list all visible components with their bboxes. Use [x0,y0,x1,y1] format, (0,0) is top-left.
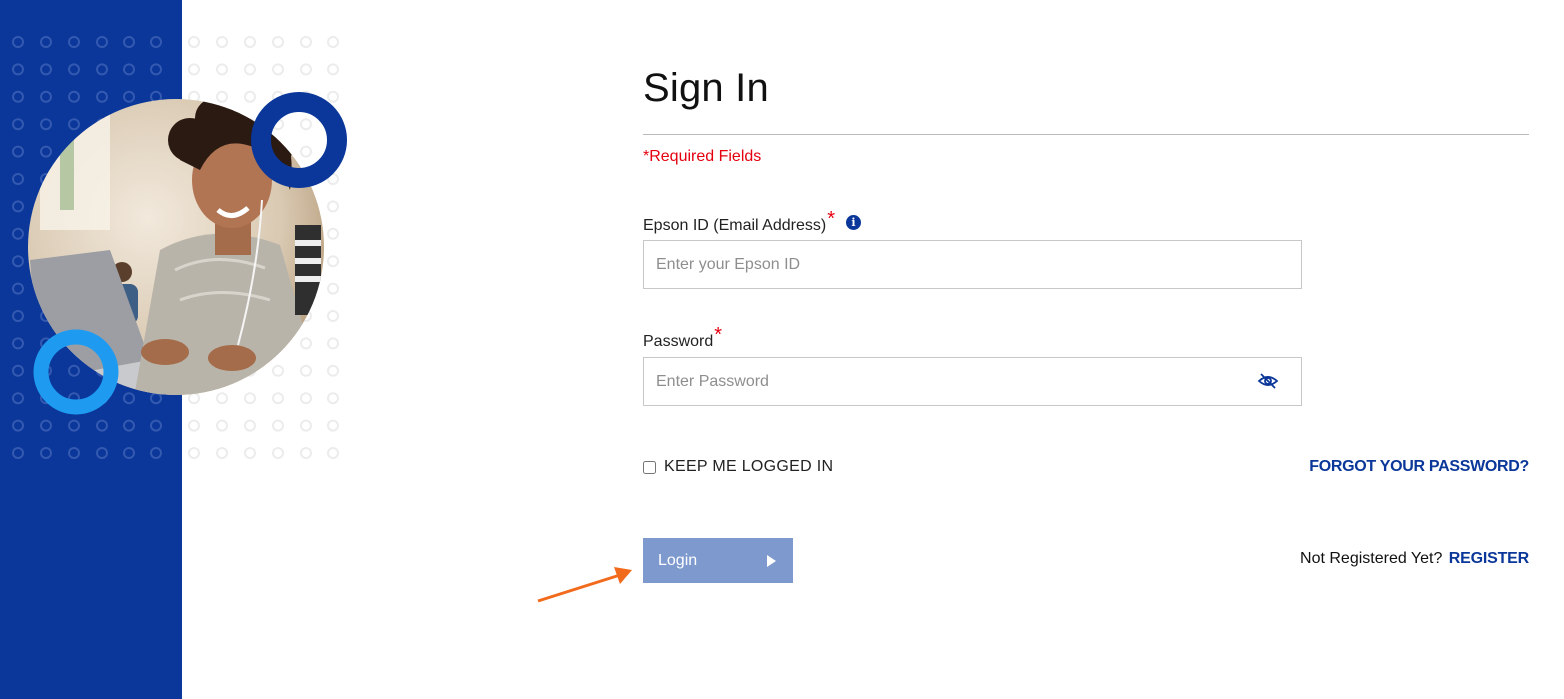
password-label-text: Password [643,333,714,350]
keep-logged-in-checkbox[interactable] [643,460,656,474]
keep-logged-in-label[interactable]: KEEP ME LOGGED IN [664,458,833,476]
register-prompt: Not Registered Yet? [1300,550,1443,567]
login-button-label: Login [658,551,698,569]
password-input[interactable] [643,357,1302,406]
eye-slash-icon[interactable] [1257,372,1279,390]
title-divider [643,134,1529,135]
email-label-text: Epson ID (Email Address) [643,217,827,234]
password-label: Password* [643,324,722,352]
forgot-password-link[interactable]: FORGOT YOUR PASSWORD? [1309,458,1529,476]
page-title: Sign In [643,66,769,110]
orange-arrow-icon [537,567,632,603]
sign-in-form: Sign In *Required Fields Epson ID (Email… [643,0,1529,699]
password-required-marker: * [714,324,723,346]
keep-logged-in-row: KEEP ME LOGGED IN [643,458,833,476]
info-icon[interactable]: i [846,215,861,230]
email-required-marker: * [827,208,835,230]
register-link[interactable]: REGISTER [1449,550,1529,567]
play-arrow-icon [767,555,776,567]
hero-photo [28,92,347,415]
register-row: Not Registered Yet? REGISTER [1300,550,1529,568]
required-fields-note: *Required Fields [643,148,762,165]
email-label: Epson ID (Email Address)* [643,208,835,236]
epson-id-input[interactable] [643,240,1302,289]
login-button[interactable]: Login [643,538,793,583]
